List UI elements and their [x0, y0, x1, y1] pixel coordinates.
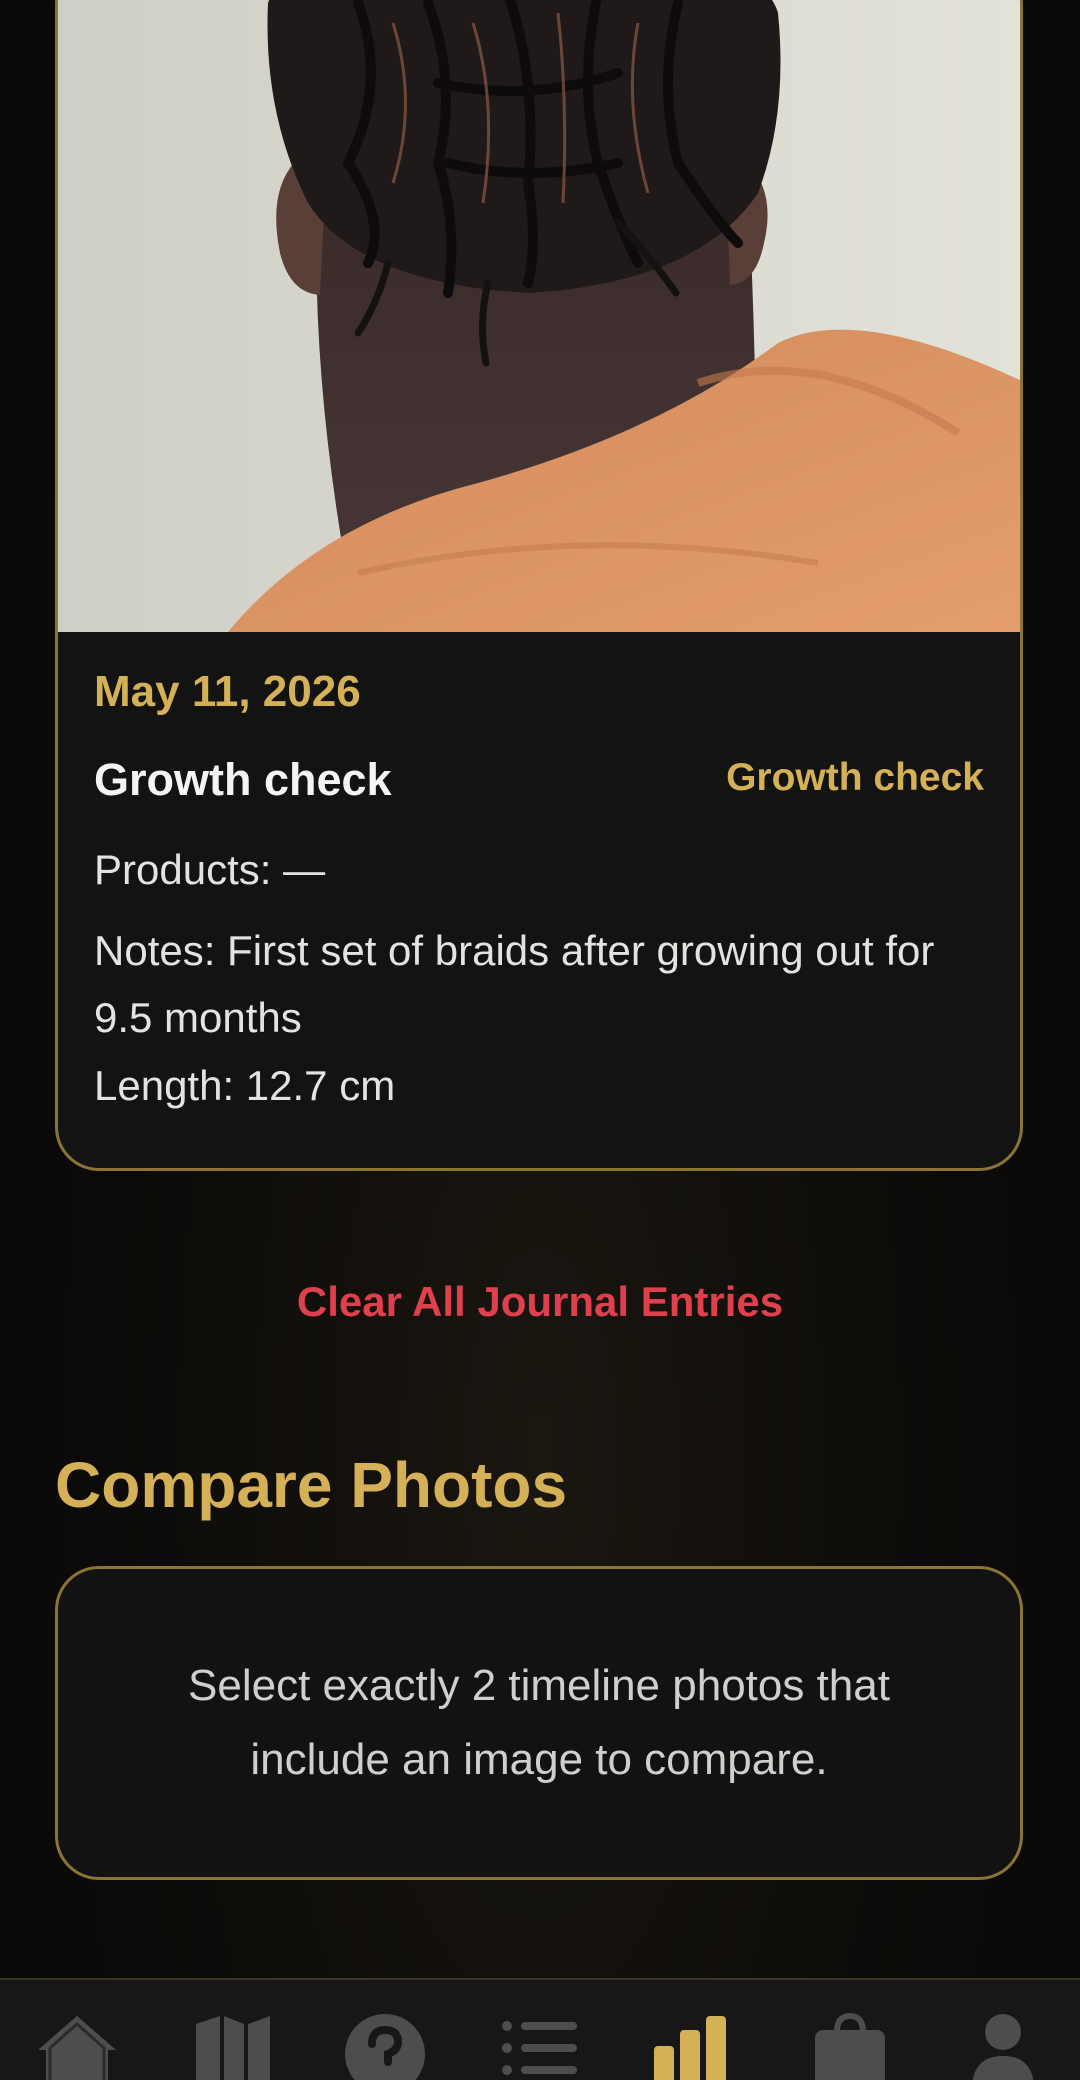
entry-tag: Growth check	[726, 756, 984, 799]
help-icon	[345, 2014, 425, 2080]
tab-profile[interactable]	[958, 2010, 1048, 2080]
compare-photos-card: Select exactly 2 timeline photos that in…	[55, 1566, 1023, 1880]
list-icon	[502, 2021, 577, 2075]
entry-date: May 11, 2026	[94, 667, 361, 716]
profile-icon	[972, 2014, 1034, 2080]
shopping-bag-icon	[815, 2012, 885, 2080]
chart-icon	[654, 2016, 726, 2080]
tab-home[interactable]	[32, 2010, 122, 2080]
entry-notes: Notes: First set of braids after growing…	[94, 927, 935, 1041]
journal-screen: May 11, 2026 Growth check Growth check P…	[0, 0, 1080, 2080]
bottom-tab-bar	[0, 1978, 1080, 2080]
compare-photos-message: Select exactly 2 timeline photos that in…	[188, 1661, 890, 1784]
clear-all-entries-button[interactable]: Clear All Journal Entries	[0, 1278, 1080, 1326]
tab-shop[interactable]	[805, 2010, 895, 2080]
tab-help[interactable]	[340, 2010, 430, 2080]
entry-products: Products: —	[94, 846, 326, 893]
compare-photos-title: Compare Photos	[55, 1449, 568, 1521]
tab-progress[interactable]	[650, 2010, 740, 2080]
entry-photo[interactable]	[58, 0, 1020, 632]
map-icon	[196, 2016, 270, 2080]
entry-length: Length: 12.7 cm	[94, 1062, 396, 1109]
tab-list[interactable]	[495, 2010, 585, 2080]
journal-entry-card[interactable]: May 11, 2026 Growth check Growth check P…	[55, 0, 1023, 1171]
home-icon	[38, 2016, 116, 2080]
tab-map[interactable]	[188, 2010, 278, 2080]
braids-photo-image	[58, 0, 1020, 632]
entry-title: Growth check	[94, 754, 392, 805]
